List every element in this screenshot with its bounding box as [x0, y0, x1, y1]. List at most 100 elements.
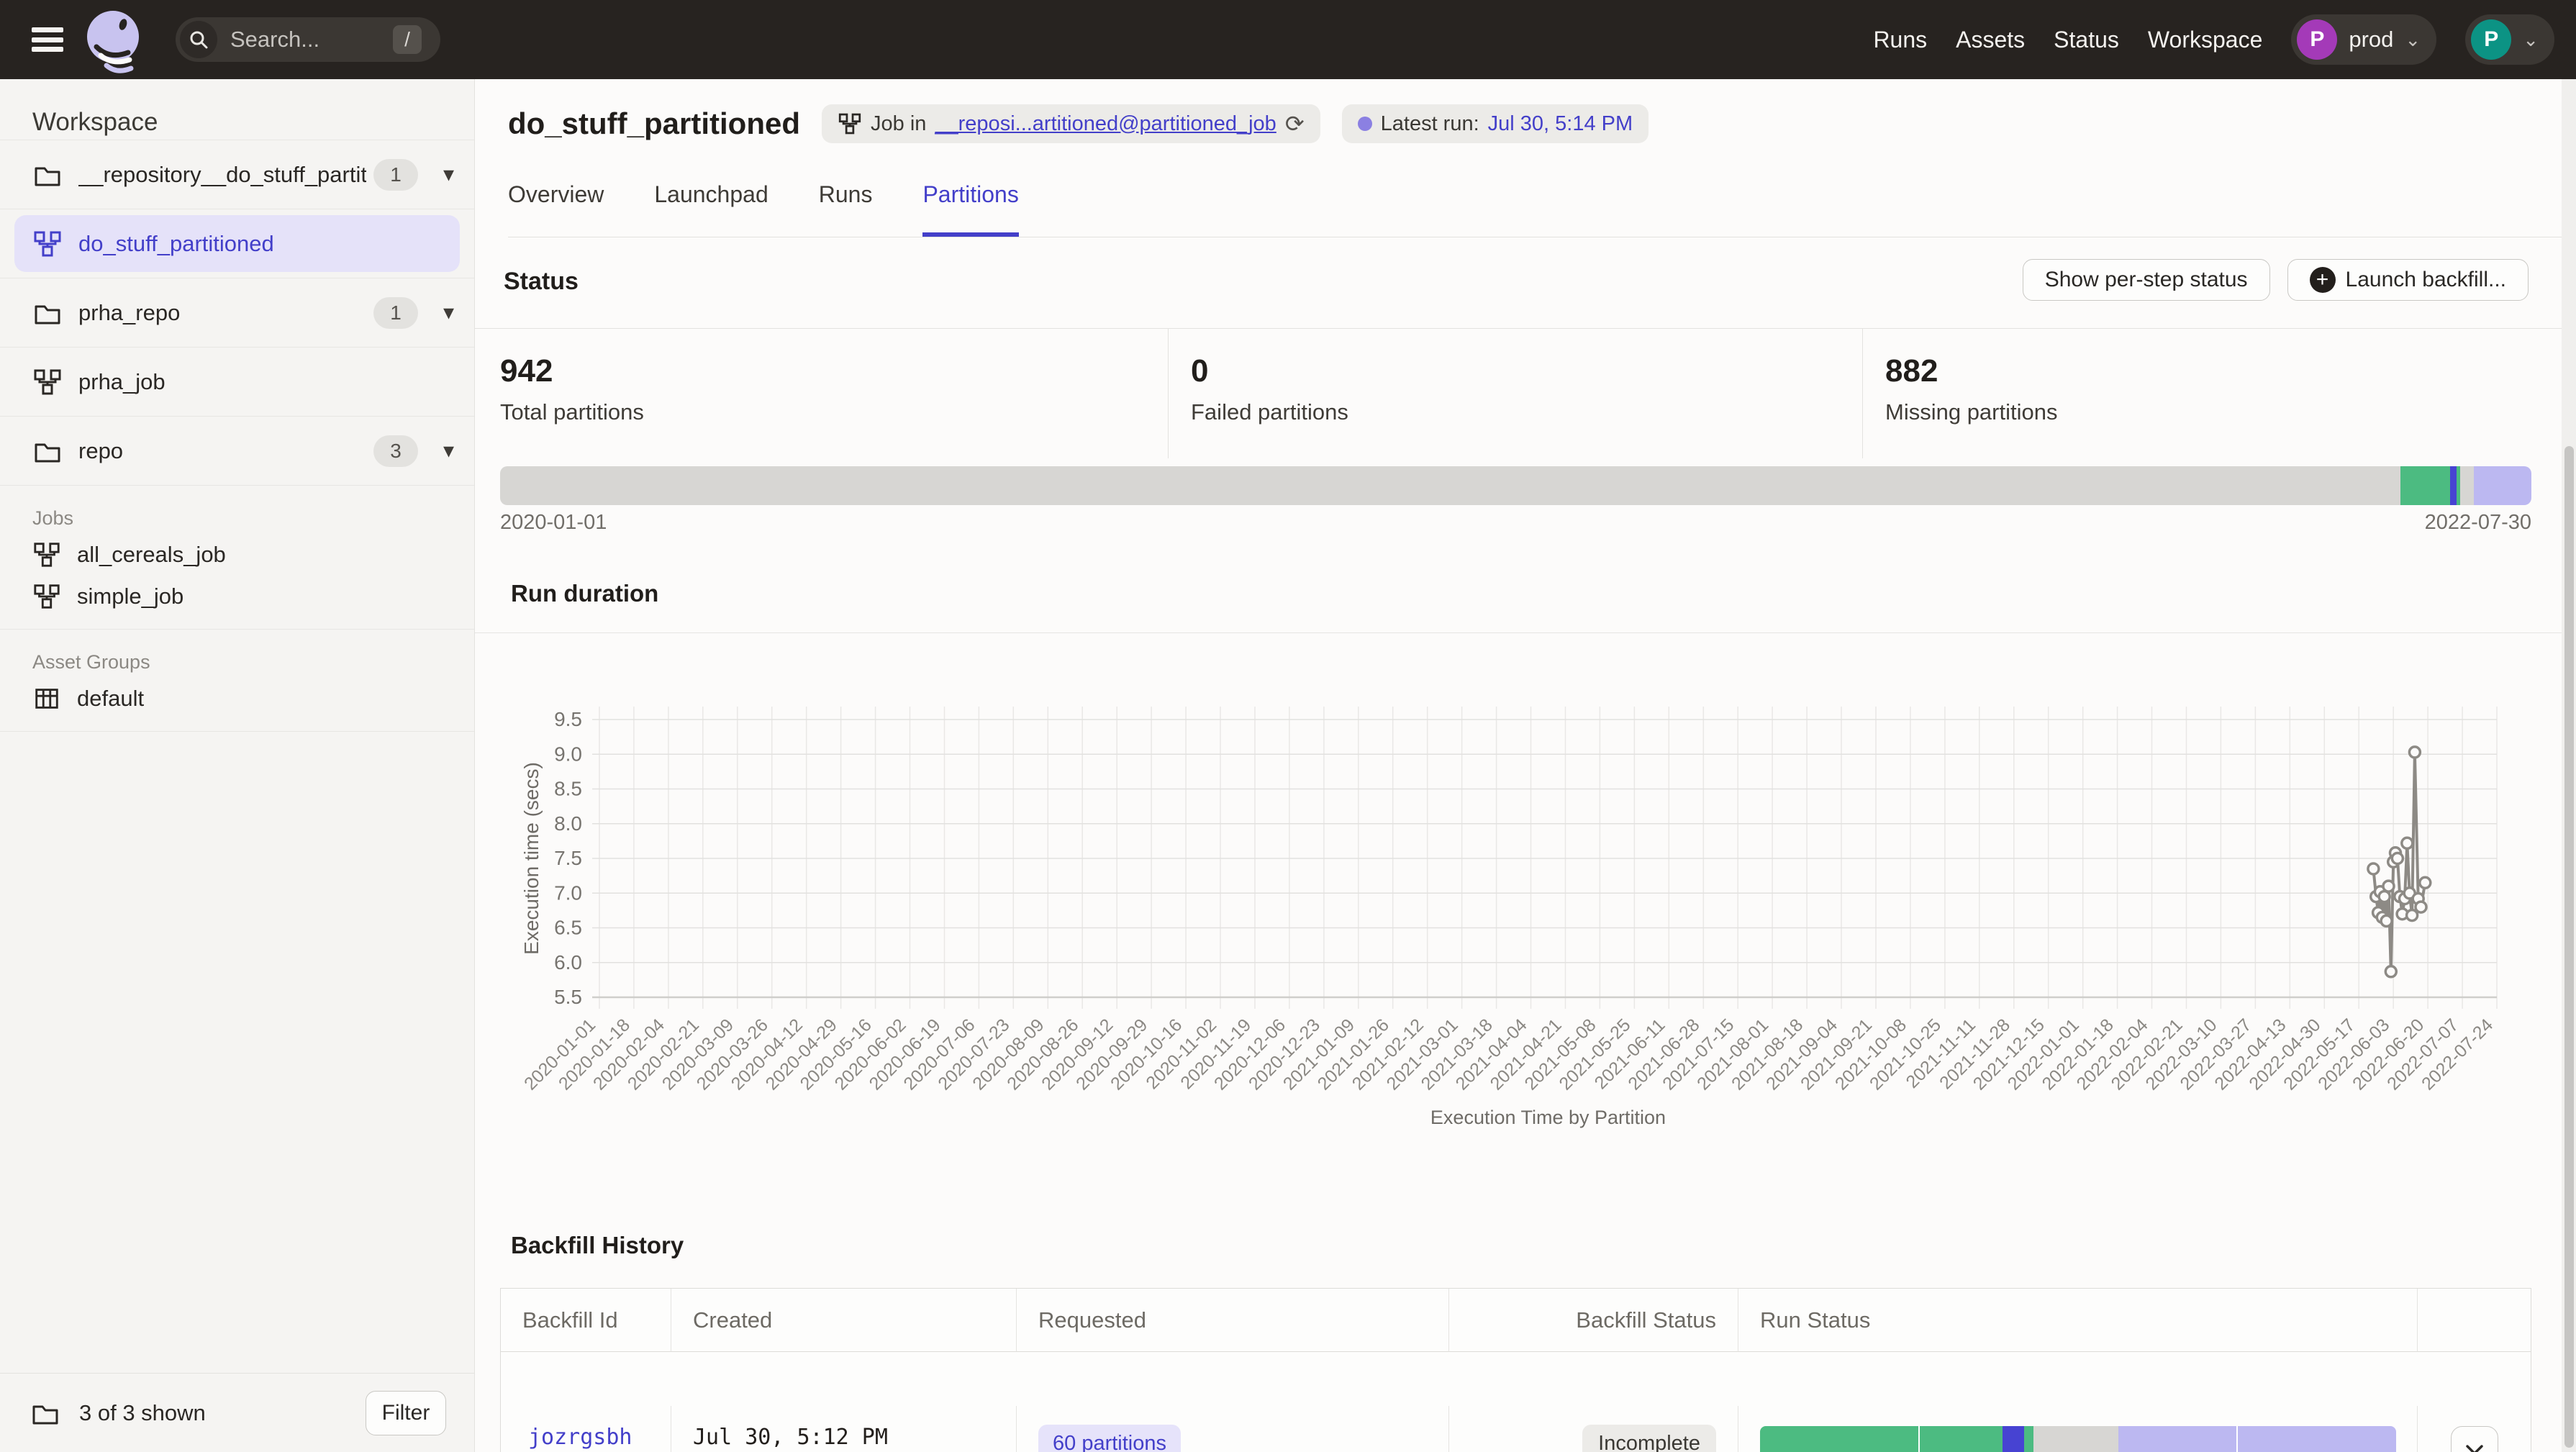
y-tick-label: 9.5 — [554, 708, 582, 730]
caret-down-icon[interactable]: ▾ — [443, 438, 454, 463]
tab-partitions[interactable]: Partitions — [922, 181, 1018, 237]
chart-caption: Execution Time by Partition — [1430, 1107, 1666, 1128]
table-row-cell-actions — [2418, 1406, 2531, 1452]
stat-label: Total partitions — [500, 389, 644, 425]
column-header-actions — [2418, 1289, 2531, 1352]
table-row-cell-requested: 60 partitions 2020-01-01 2022-07-30 — [1017, 1406, 1449, 1452]
sidebar-item-repository-do-stuff[interactable]: __repository__do_stuff_partitio... 1 ▾ — [0, 140, 474, 209]
folder-icon — [32, 298, 63, 328]
job-location-tag: Job in __reposi...artitioned@partitioned… — [822, 104, 1320, 143]
launch-backfill-label: Launch backfill... — [2346, 268, 2506, 292]
y-tick-label: 6.5 — [554, 917, 582, 939]
refresh-icon[interactable]: ⟳ — [1285, 110, 1305, 137]
latest-run-link[interactable]: Jul 30, 5:14 PM — [1488, 112, 1633, 136]
sidebar-footer: 3 of 3 shown Filter — [0, 1373, 475, 1452]
job-location-prefix: Job in — [871, 112, 926, 136]
stat-label: Failed partitions — [1191, 389, 1348, 425]
main-content: do_stuff_partitioned Job in __reposi...a… — [475, 79, 2576, 1452]
search-icon — [180, 21, 217, 58]
table-row-cell-run-status — [1738, 1406, 2418, 1452]
sidebar-item-label: prha_repo — [78, 300, 180, 326]
chevron-down-icon: ⌄ — [2523, 29, 2539, 51]
y-axis-title: Execution time (secs) — [520, 762, 543, 955]
sidebar-item-prha-job[interactable]: prha_job — [0, 348, 474, 417]
data-point-marker[interactable] — [2409, 747, 2420, 758]
bar-segment — [1760, 1426, 1918, 1452]
sidebar-item-repo[interactable]: repo 3 ▾ — [0, 417, 474, 486]
job-tabs: Overview Launchpad Runs Partitions — [508, 181, 2576, 237]
data-point-marker[interactable] — [2416, 902, 2426, 912]
user-menu[interactable]: P ⌄ — [2465, 14, 2554, 65]
column-header-created: Created — [671, 1289, 1017, 1352]
chevron-down-icon — [2466, 1445, 2483, 1452]
job-location-link[interactable]: __reposi...artitioned@partitioned_job — [935, 112, 1276, 136]
data-point-marker[interactable] — [2383, 881, 2394, 891]
stat-value: 882 — [1885, 329, 2057, 389]
page: { "navbar": { "search_placeholder": "Sea… — [0, 0, 2576, 1452]
search-placeholder: Search... — [230, 27, 319, 53]
launch-backfill-button[interactable]: + Launch backfill... — [2287, 259, 2529, 301]
stat-label: Missing partitions — [1885, 389, 2057, 425]
tab-overview[interactable]: Overview — [508, 181, 604, 237]
sidebar-item-label: default — [77, 686, 144, 712]
count-badge: 1 — [373, 297, 418, 329]
scrollbar-thumb[interactable] — [2564, 446, 2574, 1448]
sidebar-item-do-stuff-partitioned[interactable]: do_stuff_partitioned — [0, 209, 474, 278]
hamburger-menu-icon[interactable] — [32, 27, 63, 52]
data-point-marker[interactable] — [2420, 877, 2431, 888]
deployment-switcher[interactable]: P prod ⌄ — [2291, 14, 2436, 65]
sidebar-item-label: simple_job — [77, 584, 183, 609]
nav-link-runs[interactable]: Runs — [1873, 27, 1927, 53]
data-point-marker[interactable] — [2402, 838, 2413, 848]
filter-button[interactable]: Filter — [366, 1391, 446, 1435]
y-tick-label: 7.5 — [554, 847, 582, 869]
requested-partitions-tag[interactable]: 60 partitions — [1038, 1425, 1181, 1452]
column-header-requested: Requested — [1017, 1289, 1449, 1352]
y-tick-label: 8.0 — [554, 812, 582, 835]
y-tick-label: 5.5 — [554, 986, 582, 1008]
divider — [1862, 329, 1863, 458]
bar-segment — [2024, 1426, 2033, 1452]
show-per-step-status-button[interactable]: Show per-step status — [2023, 259, 2270, 301]
run-status-bar[interactable] — [1760, 1426, 2396, 1452]
nav-link-workspace[interactable]: Workspace — [2148, 27, 2262, 53]
tab-launchpad[interactable]: Launchpad — [654, 181, 768, 237]
count-badge: 1 — [373, 159, 418, 191]
column-header-run-status: Run Status — [1738, 1289, 2418, 1352]
count-badge: 3 — [373, 435, 418, 467]
partition-status-bar[interactable] — [500, 466, 2531, 505]
sidebar-item-all-cereals-job[interactable]: all_cereals_job — [0, 534, 474, 576]
bar-segment — [2118, 1426, 2236, 1452]
bar-segment — [500, 466, 2400, 505]
table-row-cell-backfill-id: jozrgsbh — [501, 1406, 671, 1452]
dagster-logo-icon[interactable] — [83, 9, 145, 78]
bar-segment — [2400, 466, 2450, 505]
shown-count-label: 3 of 3 shown — [79, 1400, 206, 1426]
sidebar-item-label: prha_job — [78, 369, 165, 395]
tab-runs[interactable]: Runs — [819, 181, 873, 237]
caret-down-icon[interactable]: ▾ — [443, 300, 454, 325]
data-point-marker[interactable] — [2385, 966, 2396, 977]
nav-link-status[interactable]: Status — [2054, 27, 2119, 53]
caret-down-icon[interactable]: ▾ — [443, 162, 454, 187]
run-duration-chart[interactable]: 2020-01-012020-01-182020-02-042020-02-21… — [475, 640, 2576, 1216]
sidebar-item-simple-job[interactable]: simple_job — [0, 576, 474, 617]
sidebar-item-label: repo — [78, 438, 123, 464]
search-input[interactable]: Search... / — [176, 17, 440, 62]
nav-link-assets[interactable]: Assets — [1956, 27, 2025, 53]
sidebar-item-prha-repo[interactable]: prha_repo 1 ▾ — [0, 278, 474, 348]
backfill-id-link[interactable]: jozrgsbh — [528, 1425, 632, 1450]
data-point-marker[interactable] — [2392, 853, 2403, 864]
expand-row-button[interactable] — [2451, 1426, 2498, 1452]
data-point-marker[interactable] — [2379, 891, 2390, 902]
data-point-marker[interactable] — [2368, 863, 2379, 874]
backfill-status-badge: Incomplete — [1582, 1425, 1716, 1452]
chevron-down-icon: ⌄ — [2405, 29, 2421, 51]
data-point-marker[interactable] — [2407, 910, 2418, 921]
folder-icon — [30, 1398, 60, 1428]
y-tick-label: 7.0 — [554, 881, 582, 904]
data-point-marker[interactable] — [2381, 915, 2392, 926]
sidebar-item-default-asset-group[interactable]: default — [0, 678, 474, 720]
sidebar-item-label: __repository__do_stuff_partitio... — [78, 162, 366, 188]
search-shortcut-badge: / — [393, 25, 422, 54]
